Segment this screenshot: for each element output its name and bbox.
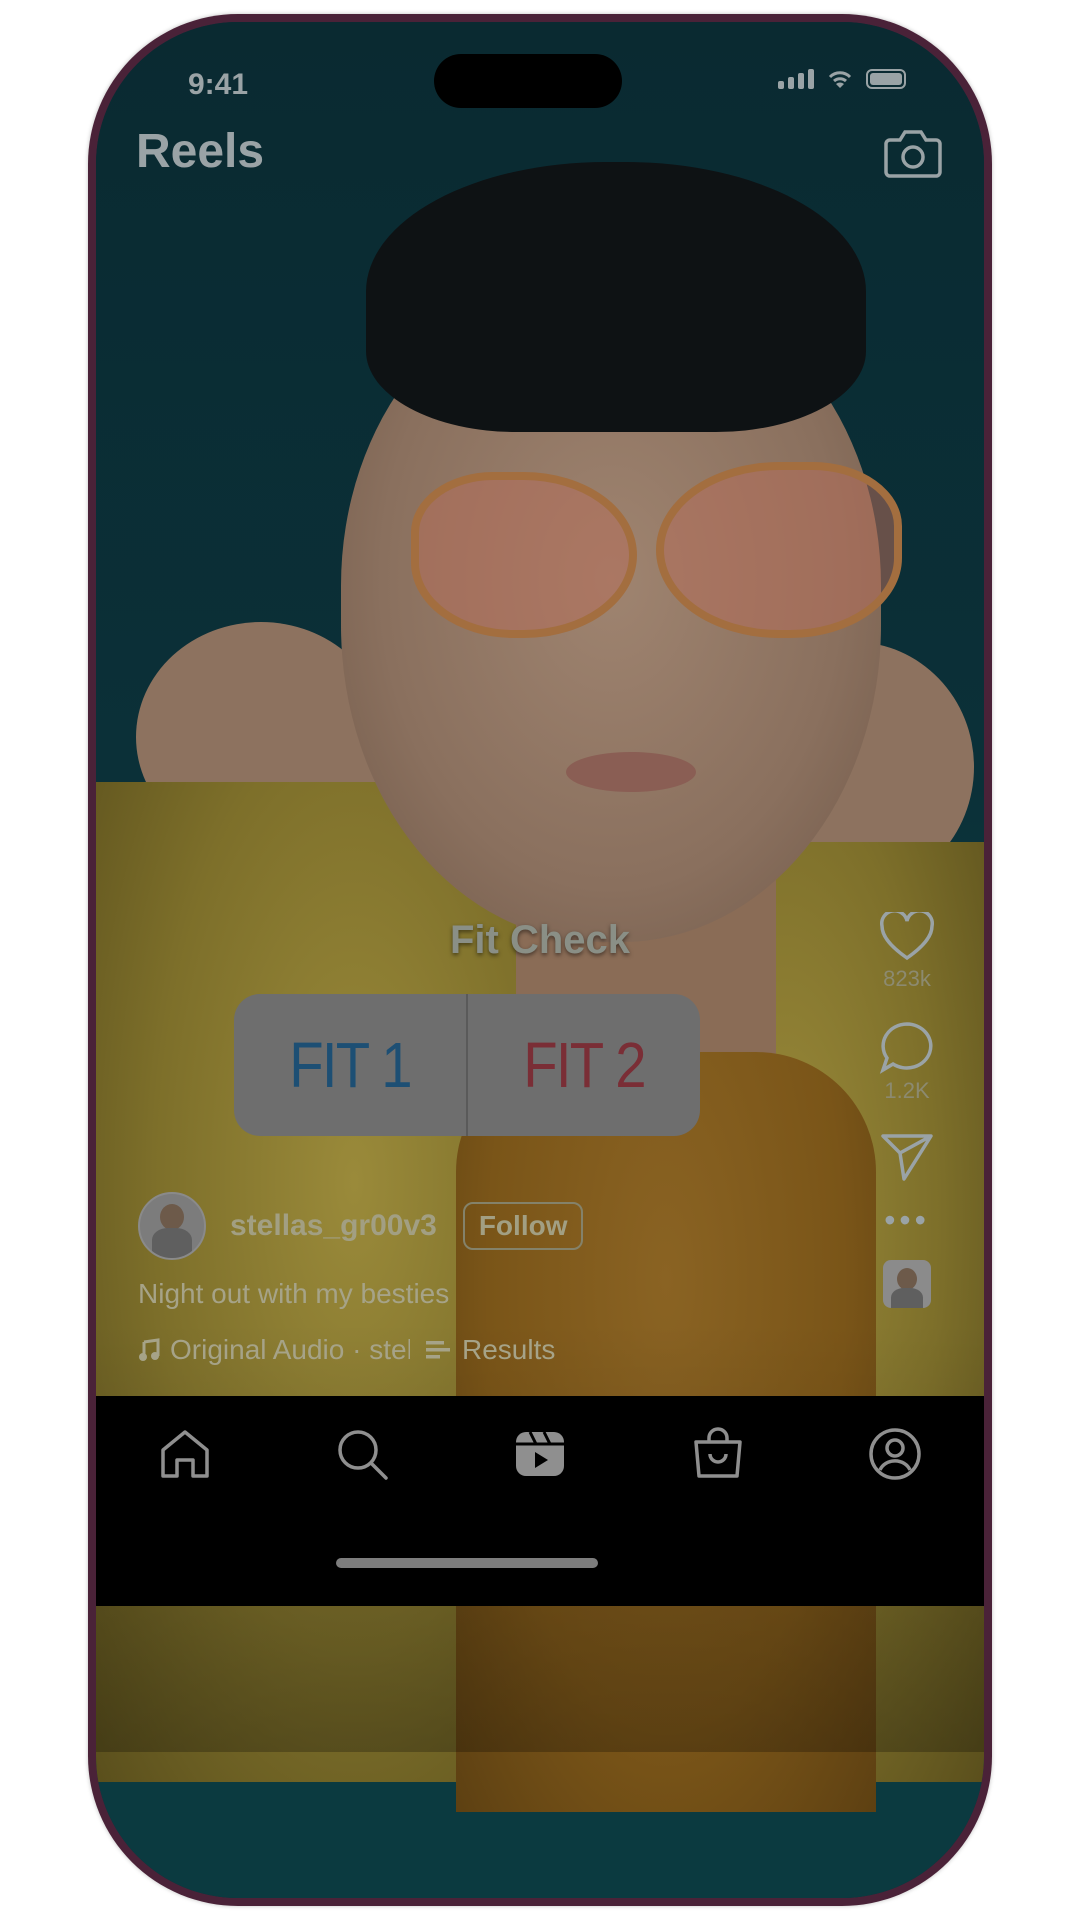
- poll-sticker: FIT 1 FIT 2: [234, 994, 700, 1136]
- audio-label[interactable]: Original Audio · stellas_gr00v3: [170, 1334, 410, 1366]
- photo-glasses: [656, 462, 902, 638]
- send-icon: [881, 1134, 933, 1181]
- poll-option-fit1[interactable]: FIT 1: [248, 994, 452, 1136]
- poll-divider: [466, 994, 468, 1136]
- like-button[interactable]: 823k: [879, 912, 935, 992]
- profile-icon: [869, 1428, 921, 1480]
- camera-icon[interactable]: [884, 126, 942, 178]
- comment-button[interactable]: 1.2K: [879, 1020, 935, 1104]
- status-time: 9:41: [188, 68, 249, 101]
- post-caption[interactable]: Night out with my besties: [138, 1278, 449, 1310]
- home-icon: [161, 1430, 209, 1478]
- comment-icon: [879, 1022, 933, 1074]
- reels-icon: [515, 1431, 564, 1476]
- reel-screen: 9:41 Reels Fit Check FIT 1 FIT 2 823k 1.…: [96, 22, 984, 1898]
- wifi-icon: [828, 71, 852, 88]
- more-options-icon[interactable]: •••: [884, 1204, 930, 1236]
- tab-home[interactable]: [155, 1424, 215, 1484]
- comment-count: 1.2K: [884, 1078, 930, 1103]
- results-button[interactable]: Results: [424, 1334, 555, 1366]
- dynamic-island: [434, 54, 622, 108]
- search-icon: [338, 1430, 389, 1480]
- like-count: 823k: [883, 966, 931, 991]
- tab-reels[interactable]: [510, 1424, 570, 1484]
- battery-icon: [866, 69, 906, 89]
- follow-button[interactable]: Follow: [462, 1202, 584, 1250]
- poll-title: Fit Check: [449, 918, 631, 962]
- status-icons: [778, 68, 906, 90]
- tab-bar: [96, 1396, 984, 1606]
- shop-icon: [693, 1427, 742, 1478]
- tab-profile[interactable]: [865, 1424, 925, 1484]
- poll-option-fit2[interactable]: FIT 2: [482, 994, 686, 1136]
- music-note-icon: [139, 1338, 160, 1361]
- results-icon: [426, 1341, 450, 1359]
- photo-hair: [366, 162, 866, 432]
- photo-lips: [566, 752, 696, 792]
- meta-row: Original Audio · stellas_gr00v3 Results: [138, 1334, 555, 1366]
- photo-glasses: [411, 472, 637, 638]
- heart-icon: [880, 912, 934, 961]
- results-label: Results: [462, 1334, 556, 1365]
- tab-shop[interactable]: [688, 1424, 748, 1484]
- avatar[interactable]: [138, 1192, 206, 1260]
- tab-search[interactable]: [332, 1424, 392, 1484]
- post-author: stellas_gr00v3 Follow: [138, 1192, 584, 1260]
- share-button[interactable]: [880, 1132, 934, 1182]
- audio-thumbnail[interactable]: [883, 1260, 931, 1308]
- page-title: Reels: [136, 125, 265, 178]
- home-indicator[interactable]: [336, 1558, 598, 1568]
- signal-icon: [778, 69, 814, 89]
- phone-frame: 9:41 Reels Fit Check FIT 1 FIT 2 823k 1.…: [88, 14, 992, 1906]
- username[interactable]: stellas_gr00v3: [230, 1209, 437, 1243]
- action-rail: 823k 1.2K •••: [862, 912, 952, 1308]
